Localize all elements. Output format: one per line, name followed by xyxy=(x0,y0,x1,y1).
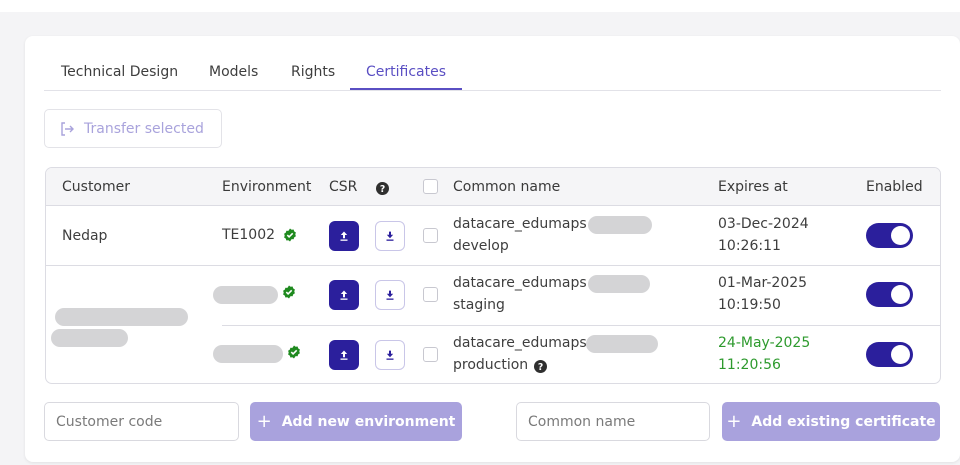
verified-check-icon xyxy=(287,344,301,359)
enabled-toggle[interactable] xyxy=(866,223,913,248)
question-circle-icon: ? xyxy=(534,358,547,377)
expires-date: 01-Mar-2025 xyxy=(718,275,808,291)
plus-icon: + xyxy=(256,411,272,432)
tab-models[interactable]: Models xyxy=(209,56,258,90)
add-new-environment-label: Add new environment xyxy=(281,413,456,430)
upload-icon xyxy=(338,286,350,305)
add-existing-certificate-button[interactable]: + Add existing certificate xyxy=(722,402,940,441)
redacted-blur xyxy=(213,286,278,304)
upload-csr-button[interactable] xyxy=(329,280,359,310)
download-icon xyxy=(384,286,396,305)
toggle-knob xyxy=(891,345,910,364)
redacted-blur xyxy=(588,216,652,234)
download-csr-button[interactable] xyxy=(375,340,405,370)
top-strip xyxy=(0,0,960,12)
header-common-name: Common name xyxy=(453,179,561,195)
common-name-suffix: staging xyxy=(453,297,505,313)
common-name-input[interactable] xyxy=(516,402,710,441)
tab-bar: Technical Design Models Rights Certifica… xyxy=(44,56,941,91)
expires-time: 11:20:56 xyxy=(718,357,781,373)
table-header: Customer Environment CSR ? Common name E… xyxy=(46,168,940,206)
download-csr-button[interactable] xyxy=(375,280,405,310)
row-checkbox[interactable] xyxy=(423,287,438,302)
row-checkbox[interactable] xyxy=(423,347,438,362)
download-icon xyxy=(384,346,396,365)
row-checkbox[interactable] xyxy=(423,228,438,243)
upload-csr-button[interactable] xyxy=(329,221,359,251)
table-row: datacare_edumaps production ? 24-May-202… xyxy=(46,326,940,383)
svg-text:?: ? xyxy=(380,184,385,195)
header-customer: Customer xyxy=(62,179,131,195)
tab-technical-design[interactable]: Technical Design xyxy=(61,56,178,90)
download-icon xyxy=(384,227,396,246)
table-row: datacare_edumaps staging 01-Mar-2025 10:… xyxy=(46,266,940,325)
upload-csr-button[interactable] xyxy=(329,340,359,370)
certificates-card: Technical Design Models Rights Certifica… xyxy=(25,36,960,462)
plus-icon: + xyxy=(726,411,742,432)
tab-certificates[interactable]: Certificates xyxy=(350,56,463,90)
toggle-knob xyxy=(891,285,910,304)
expires-time: 10:26:11 xyxy=(718,238,781,254)
enabled-toggle[interactable] xyxy=(866,282,913,307)
header-expires-at: Expires at xyxy=(718,179,788,195)
common-name-prefix: datacare_edumaps xyxy=(453,216,587,232)
transfer-selected-button[interactable]: Transfer selected xyxy=(44,109,222,148)
header-environment: Environment xyxy=(222,179,312,195)
customer-code-input[interactable] xyxy=(44,402,239,441)
verified-check-icon xyxy=(282,284,296,299)
question-circle-icon: ? xyxy=(376,180,389,199)
header-csr: CSR xyxy=(329,179,358,195)
expires-date: 03-Dec-2024 xyxy=(718,216,809,232)
common-name-suffix: develop xyxy=(453,238,509,254)
environment-cell: TE1002 xyxy=(222,227,276,243)
add-new-environment-button[interactable]: + Add new environment xyxy=(250,402,462,441)
upload-icon xyxy=(338,227,350,246)
header-enabled: Enabled xyxy=(866,179,923,195)
svg-text:?: ? xyxy=(538,362,543,373)
tab-rights[interactable]: Rights xyxy=(291,56,335,90)
expires-date: 24-May-2025 xyxy=(718,335,811,351)
expires-time: 10:19:50 xyxy=(718,297,781,313)
common-name-suffix: production xyxy=(453,357,529,373)
common-name-prefix: datacare_edumaps xyxy=(453,275,587,291)
redacted-blur xyxy=(586,335,658,353)
log-out-icon xyxy=(59,121,75,137)
verified-check-icon xyxy=(283,227,297,242)
toggle-knob xyxy=(891,226,910,245)
download-csr-button[interactable] xyxy=(375,221,405,251)
upload-icon xyxy=(338,346,350,365)
table-row: Nedap TE1002 datacare_edumaps develop 03… xyxy=(46,207,940,265)
transfer-selected-label: Transfer selected xyxy=(84,120,204,137)
select-all-checkbox[interactable] xyxy=(423,179,438,194)
redacted-blur xyxy=(213,345,283,363)
add-existing-certificate-label: Add existing certificate xyxy=(751,413,936,430)
certificates-table: Customer Environment CSR ? Common name E… xyxy=(45,167,941,384)
redacted-blur xyxy=(588,275,650,293)
customer-cell: Nedap xyxy=(62,228,108,244)
enabled-toggle[interactable] xyxy=(866,342,913,367)
common-name-prefix: datacare_edumaps xyxy=(453,335,587,351)
